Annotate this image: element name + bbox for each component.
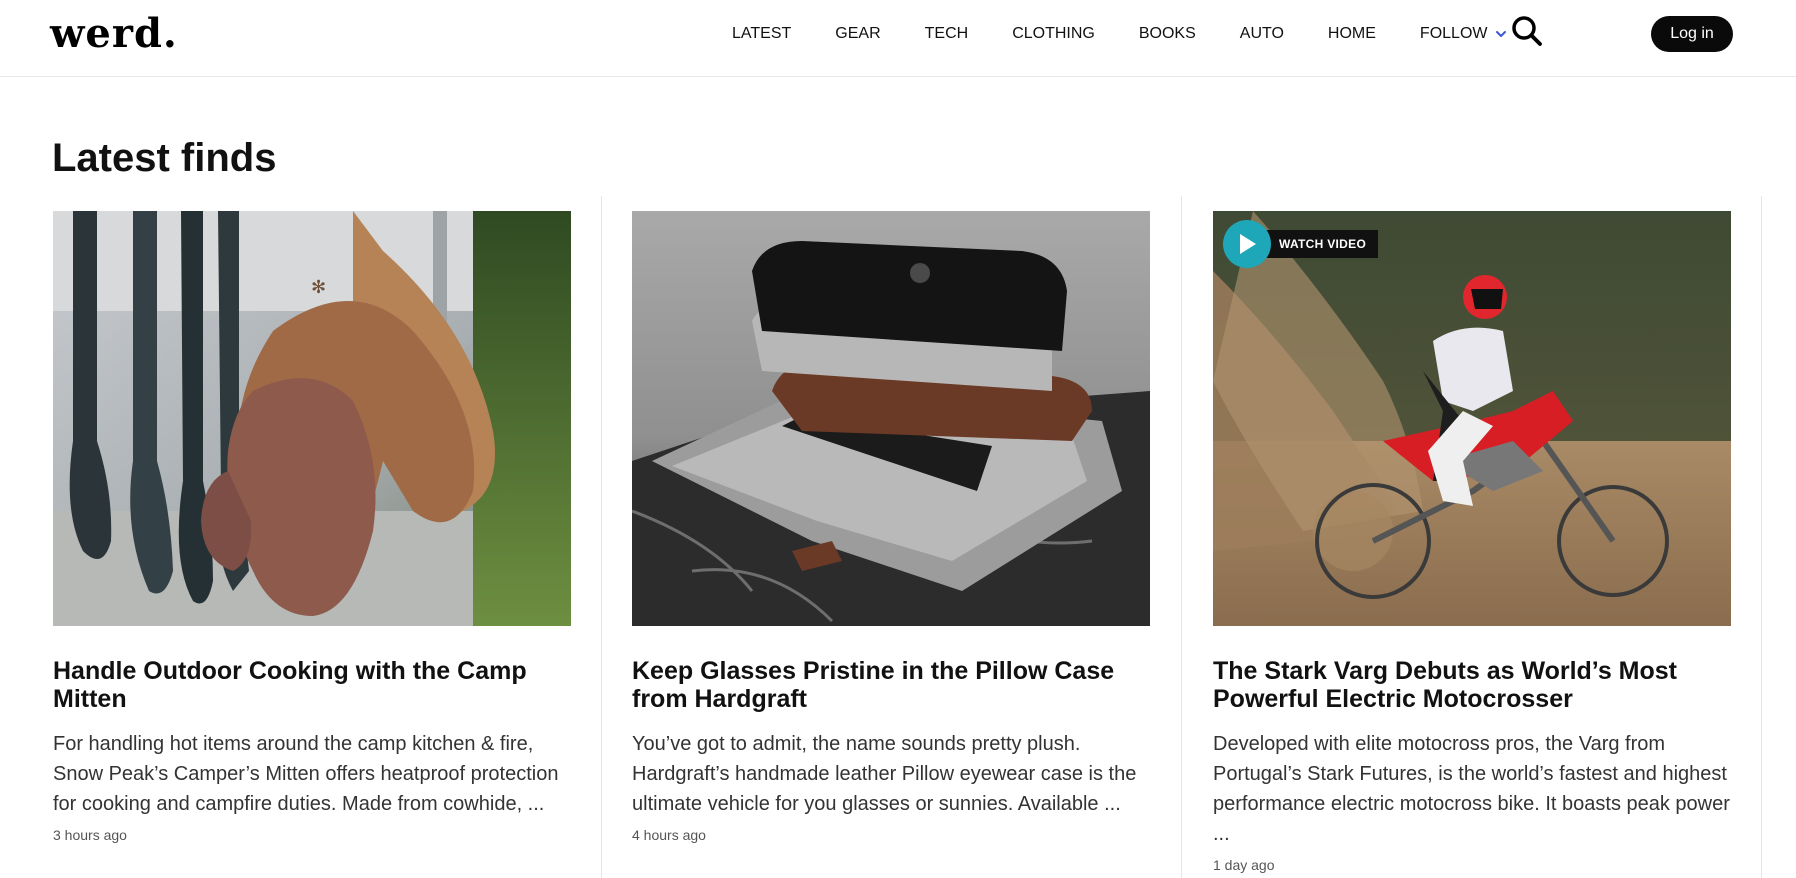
- article-timestamp: 1 day ago: [1213, 857, 1275, 873]
- camp-mitten-image[interactable]: ✻: [53, 211, 571, 626]
- article-title[interactable]: Handle Outdoor Cooking with the Camp Mit…: [53, 657, 571, 713]
- nav-item-latest[interactable]: LATEST: [732, 25, 791, 43]
- search-button[interactable]: [1510, 14, 1544, 48]
- site-logo[interactable]: werd.: [50, 10, 178, 58]
- nav-item-auto[interactable]: AUTO: [1240, 25, 1284, 43]
- pillow-case-image[interactable]: [632, 211, 1150, 626]
- nav-item-home[interactable]: HOME: [1328, 25, 1376, 43]
- nav-item-tech[interactable]: TECH: [925, 25, 969, 43]
- section-title: Latest finds: [52, 136, 277, 180]
- article-description: You’ve got to admit, the name sounds pre…: [632, 733, 1137, 815]
- article-card: Keep Glasses Pristine in the Pillow Case…: [632, 211, 1150, 843]
- stark-varg-image: [1213, 211, 1731, 626]
- column-divider: [601, 196, 602, 878]
- article-card: WATCH VIDEO The Stark Varg Debuts as Wor…: [1213, 211, 1731, 873]
- article-card: ✻ Handle Outdoor Cooking with the Camp M…: [53, 211, 571, 843]
- article-title[interactable]: The Stark Varg Debuts as World’s Most Po…: [1213, 657, 1731, 713]
- article-description: Developed with elite motocross pros, the…: [1213, 733, 1730, 845]
- login-button[interactable]: Log in: [1651, 16, 1733, 52]
- column-divider: [1181, 196, 1182, 878]
- nav-item-follow-label: FOLLOW: [1419, 25, 1488, 42]
- article-title[interactable]: Keep Glasses Pristine in the Pillow Case…: [632, 657, 1150, 713]
- nav-item-follow[interactable]: FOLLOW: [1420, 25, 1508, 43]
- main-nav: LATEST GEAR TECH CLOTHING BOOKS AUTO HOM…: [732, 0, 1507, 68]
- column-divider: [1761, 196, 1762, 878]
- motocross-video-thumbnail[interactable]: WATCH VIDEO: [1213, 211, 1731, 626]
- svg-text:✻: ✻: [311, 277, 326, 298]
- nav-item-books[interactable]: BOOKS: [1139, 25, 1196, 43]
- search-icon: [1512, 16, 1542, 46]
- play-icon: [1223, 220, 1271, 268]
- nav-item-gear[interactable]: GEAR: [835, 25, 880, 43]
- chevron-down-icon: [1496, 31, 1507, 37]
- article-timestamp: 3 hours ago: [53, 827, 127, 843]
- watch-video-button[interactable]: WATCH VIDEO: [1223, 220, 1379, 268]
- article-timestamp: 4 hours ago: [632, 827, 706, 843]
- site-header: werd. LATEST GEAR TECH CLOTHING BOOKS AU…: [0, 0, 1796, 77]
- nav-item-clothing[interactable]: CLOTHING: [1012, 25, 1095, 43]
- watch-video-label: WATCH VIDEO: [1257, 230, 1379, 258]
- article-description: For handling hot items around the camp k…: [53, 733, 559, 815]
